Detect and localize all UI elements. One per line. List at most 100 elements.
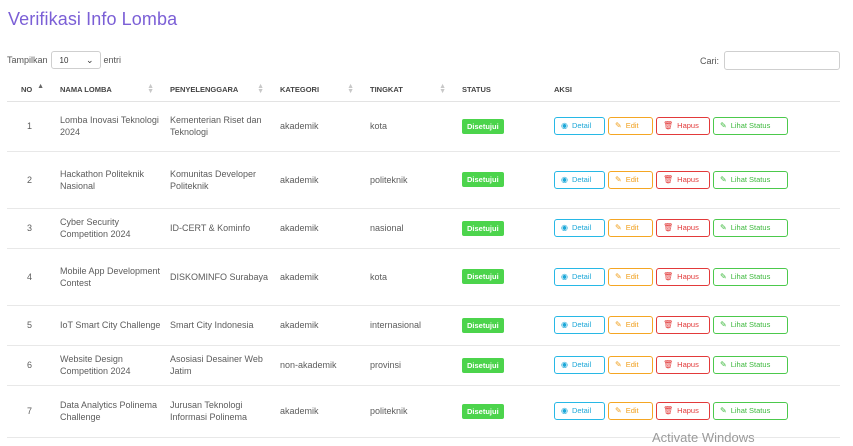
- edit-button[interactable]: ✎ Edit: [608, 316, 653, 334]
- tingkat-cell: internasional: [362, 305, 454, 346]
- tingkat-cell: nasional: [362, 208, 454, 249]
- table-row: 3 Cyber Security Competition 2024 ID-CER…: [7, 208, 840, 249]
- kategori-cell: non-akademik: [272, 345, 362, 386]
- page-length-select[interactable]: 10 ⌄: [50, 51, 101, 69]
- kategori-cell: akademik: [272, 101, 362, 152]
- trash-icon: 🗑: [663, 174, 674, 184]
- edit-button[interactable]: ✎ Edit: [608, 356, 653, 374]
- nama-lomba-cell: Lomba Inovasi Teknologi 2024: [52, 101, 162, 152]
- eye-icon: ◉: [561, 121, 568, 130]
- penyelenggara-cell: Jurusan Teknologi Informasi Polinema: [162, 385, 272, 438]
- edit-icon: ✎: [615, 406, 622, 415]
- edit-icon: ✎: [615, 121, 622, 130]
- detail-button[interactable]: ◉ Detail: [554, 170, 605, 189]
- nama-lomba-cell: Mobile App Development Contest: [52, 248, 162, 306]
- detail-button[interactable]: ◉ Detail: [554, 267, 605, 286]
- status-cell: Disetujui: [454, 208, 546, 249]
- column-header-tingkat[interactable]: TINGKAT ▲ ▼: [362, 79, 454, 102]
- tingkat-cell: politeknik: [362, 385, 454, 438]
- status-badge: Disetujui: [462, 269, 504, 284]
- table-row: 6 Website Design Competition 2024 Asosia…: [7, 345, 840, 386]
- edit-button[interactable]: ✎ Edit: [608, 170, 653, 189]
- actions-cell: ◉ Detail ✎ Edit 🗑 Hapus ✎ Lihat Status: [546, 208, 840, 249]
- lihat-status-button[interactable]: ✎ Lihat Status: [713, 402, 788, 420]
- kategori-cell: akademik: [272, 151, 362, 209]
- hapus-button[interactable]: 🗑 Hapus: [656, 316, 710, 334]
- edit-icon: ✎: [615, 174, 622, 184]
- edit-icon: ✎: [615, 360, 622, 369]
- edit-button[interactable]: ✎ Edit: [608, 402, 653, 420]
- detail-button[interactable]: ◉ Detail: [554, 356, 605, 374]
- sort-icon: ▲ ▼: [439, 83, 446, 95]
- tingkat-cell: kota: [362, 248, 454, 306]
- status-cell: Disetujui: [454, 345, 546, 386]
- lihat-status-button[interactable]: ✎ Lihat Status: [713, 356, 788, 374]
- hapus-button[interactable]: 🗑 Hapus: [656, 219, 710, 237]
- edit-button[interactable]: ✎ Edit: [608, 219, 653, 237]
- actions-cell: ◉ Detail ✎ Edit 🗑 Hapus ✎ Lihat Status: [546, 305, 840, 346]
- column-header-nama-lomba[interactable]: NAMA LOMBA ▲ ▼: [52, 79, 162, 102]
- page-length-value: 10: [59, 55, 69, 65]
- trash-icon: 🗑: [663, 121, 674, 130]
- lihat-status-button[interactable]: ✎ Lihat Status: [713, 267, 788, 286]
- edit-icon: ✎: [720, 121, 727, 130]
- eye-icon: ◉: [561, 406, 568, 415]
- edit-icon: ✎: [720, 320, 727, 329]
- lihat-status-button[interactable]: ✎ Lihat Status: [713, 219, 788, 237]
- nama-lomba-cell: Hackathon Politeknik Nasional: [52, 151, 162, 209]
- row-number: 7: [7, 385, 52, 438]
- hapus-button[interactable]: 🗑 Hapus: [656, 356, 710, 374]
- detail-button[interactable]: ◉ Detail: [554, 402, 605, 420]
- edit-icon: ✎: [720, 271, 727, 281]
- search-label: Cari:: [699, 55, 719, 66]
- column-header-no[interactable]: NO ▲: [7, 79, 52, 102]
- detail-button[interactable]: ◉ Detail: [554, 316, 605, 334]
- actions-cell: ◉ Detail ✎ Edit 🗑 Hapus ✎ Lihat Status: [546, 345, 840, 386]
- tingkat-cell: provinsi: [362, 345, 454, 386]
- edit-button[interactable]: ✎ Edit: [608, 267, 653, 286]
- tingkat-cell: kota: [362, 101, 454, 152]
- status-badge: Disetujui: [462, 403, 504, 419]
- hapus-button[interactable]: 🗑 Hapus: [656, 170, 710, 189]
- table-controls: Tampilkan 10 ⌄ entri Cari:: [7, 51, 840, 71]
- detail-button[interactable]: ◉ Detail: [554, 117, 605, 135]
- eye-icon: ◉: [561, 320, 568, 329]
- column-header-kategori[interactable]: KATEGORI ▲ ▼: [272, 79, 362, 102]
- sort-icon: ▲ ▼: [347, 83, 354, 95]
- detail-button[interactable]: ◉ Detail: [554, 219, 605, 237]
- sort-icon: ▲: [37, 83, 44, 90]
- status-badge: Disetujui: [462, 220, 504, 236]
- lihat-status-button[interactable]: ✎ Lihat Status: [713, 117, 788, 135]
- penyelenggara-cell: Kementerian Riset dan Teknologi: [162, 101, 272, 152]
- status-badge: Disetujui: [462, 172, 504, 187]
- column-header-penyelenggara[interactable]: PENYELENGGARA ▲ ▼: [162, 79, 272, 102]
- sort-icon: ▲ ▼: [257, 83, 264, 95]
- row-number: 1: [7, 101, 52, 152]
- hapus-button[interactable]: 🗑 Hapus: [656, 402, 710, 420]
- lihat-status-button[interactable]: ✎ Lihat Status: [713, 170, 788, 189]
- trash-icon: 🗑: [663, 320, 674, 329]
- edit-icon: ✎: [720, 360, 727, 369]
- penyelenggara-cell: Komunitas Developer Politeknik: [162, 151, 272, 209]
- eye-icon: ◉: [561, 271, 568, 281]
- search-control: Cari:: [700, 51, 840, 70]
- table-body: 1 Lomba Inovasi Teknologi 2024 Kementeri…: [7, 101, 840, 438]
- column-header-status: STATUS: [454, 79, 546, 102]
- status-cell: Disetujui: [454, 101, 546, 152]
- row-number: 4: [7, 248, 52, 306]
- edit-icon: ✎: [615, 320, 622, 329]
- kategori-cell: akademik: [272, 305, 362, 346]
- lihat-status-button[interactable]: ✎ Lihat Status: [713, 316, 788, 334]
- edit-button[interactable]: ✎ Edit: [608, 117, 653, 135]
- search-input[interactable]: [724, 51, 840, 70]
- kategori-cell: akademik: [272, 208, 362, 249]
- status-badge: Disetujui: [462, 317, 504, 333]
- show-label: Tampilkan: [7, 55, 48, 65]
- hapus-button[interactable]: 🗑 Hapus: [656, 267, 710, 286]
- nama-lomba-cell: Data Analytics Polinema Challenge: [52, 385, 162, 438]
- penyelenggara-cell: Asosiasi Desainer Web Jatim: [162, 345, 272, 386]
- table-header-row: NO ▲ NAMA LOMBA ▲ ▼ PENYELENGGARA ▲ ▼ KATEGOR…: [7, 79, 840, 102]
- penyelenggara-cell: ID-CERT & Kominfo: [162, 208, 272, 249]
- eye-icon: ◉: [561, 174, 568, 184]
- hapus-button[interactable]: 🗑 Hapus: [656, 117, 710, 135]
